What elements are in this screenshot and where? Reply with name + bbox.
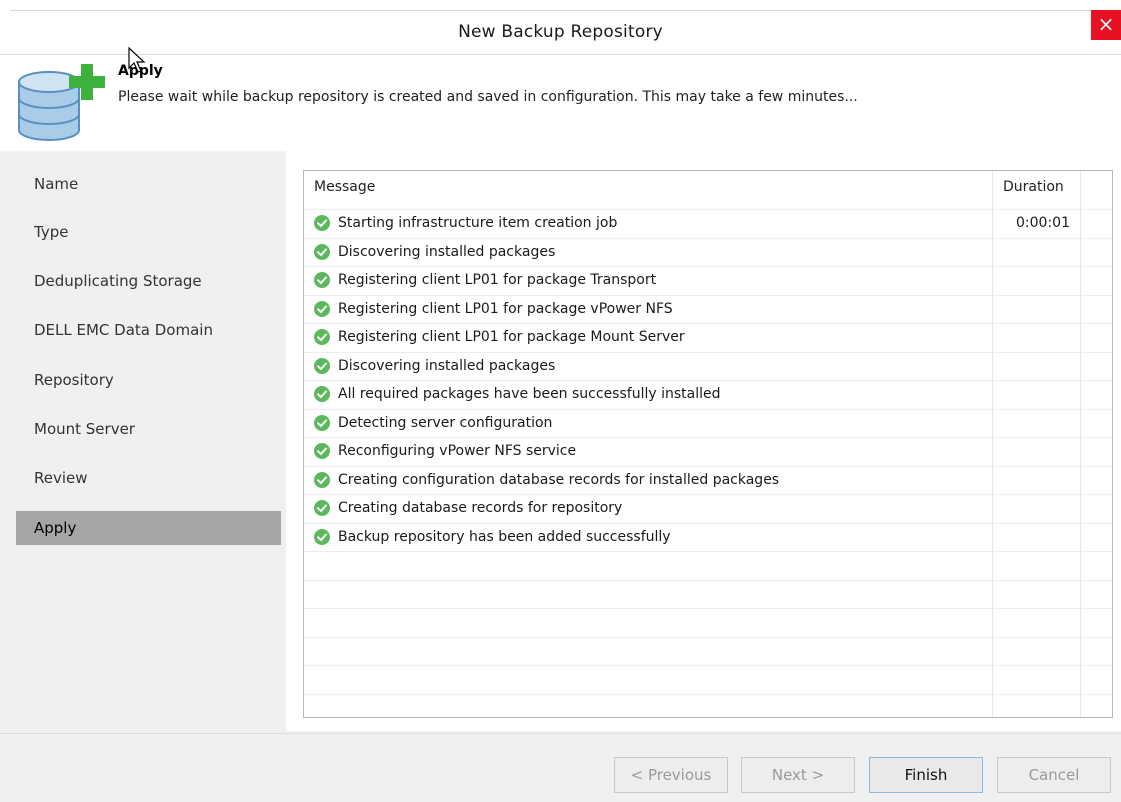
success-check-icon xyxy=(314,300,330,317)
log-row[interactable]: Discovering installed packages xyxy=(304,352,992,380)
success-check-icon xyxy=(314,357,330,374)
success-check-icon xyxy=(314,386,330,402)
log-message: Detecting server configuration xyxy=(338,414,553,431)
column-header-message[interactable]: Message xyxy=(314,179,375,195)
log-row[interactable]: Starting infrastructure item creation jo… xyxy=(304,209,992,237)
log-message: Reconfiguring vPower NFS service xyxy=(338,443,577,459)
log-message: Creating database records for repository xyxy=(338,500,623,516)
nav-step-mount-server[interactable]: Mount Server xyxy=(16,412,281,446)
mouse-cursor-icon xyxy=(128,47,146,73)
log-message: Discovering installed packages xyxy=(338,243,556,260)
title-bar-top-border xyxy=(10,10,1121,11)
log-row[interactable]: Creating configuration database records … xyxy=(304,466,992,494)
row-divider xyxy=(304,608,1112,609)
log-row[interactable]: Backup repository has been added success… xyxy=(304,523,992,551)
success-check-icon xyxy=(314,471,330,488)
nav-step-name[interactable]: Name xyxy=(16,167,281,201)
log-row[interactable]: Reconfiguring vPower NFS service xyxy=(304,437,992,465)
success-check-icon xyxy=(314,414,330,431)
log-message: Registering client LP01 for package Moun… xyxy=(338,329,685,345)
nav-step-deduplicating-storage[interactable]: Deduplicating Storage xyxy=(16,264,281,298)
success-check-icon xyxy=(314,443,330,459)
log-row[interactable]: Registering client LP01 for package vPow… xyxy=(304,295,992,323)
success-check-icon xyxy=(314,272,330,288)
log-message: Starting infrastructure item creation jo… xyxy=(338,215,618,231)
row-divider xyxy=(304,579,1112,581)
nav-step-review[interactable]: Review xyxy=(16,461,281,495)
row-divider xyxy=(304,693,1112,695)
success-check-icon xyxy=(314,215,330,231)
log-row[interactable]: All required packages have been successf… xyxy=(304,380,992,408)
log-row[interactable]: Discovering installed packages xyxy=(304,238,992,266)
success-check-icon xyxy=(314,528,330,545)
log-row[interactable]: Creating database records for repository xyxy=(304,494,992,522)
column-header-duration[interactable]: Duration xyxy=(1003,179,1064,195)
row-divider xyxy=(304,636,1112,638)
wizard-steps-nav: Name Type Deduplicating Storage DELL EMC… xyxy=(16,151,281,711)
finish-button[interactable]: Finish xyxy=(869,757,983,793)
log-message: Discovering installed packages xyxy=(338,357,556,374)
close-button[interactable]: × xyxy=(1091,10,1121,40)
nav-step-apply[interactable]: Apply xyxy=(16,511,281,545)
cancel-button[interactable]: Cancel xyxy=(997,757,1111,793)
wizard-footer: < Previous Next > Finish Cancel xyxy=(0,733,1121,802)
log-message: All required packages have been successf… xyxy=(338,386,721,402)
log-message: Registering client LP01 for package Tran… xyxy=(338,272,657,288)
success-check-icon xyxy=(314,500,330,516)
log-message: Creating configuration database records … xyxy=(338,471,780,488)
success-check-icon xyxy=(314,243,330,260)
success-check-icon xyxy=(314,329,330,345)
next-button[interactable]: Next > xyxy=(741,757,855,793)
progress-log-list[interactable]: Message Duration Starting infrastructure… xyxy=(303,170,1113,718)
step-description: Please wait while backup repository is c… xyxy=(118,89,858,105)
log-duration: 0:00:01 xyxy=(1016,215,1070,231)
log-row[interactable]: Detecting server configuration xyxy=(304,409,992,437)
database-add-icon xyxy=(18,64,105,141)
nav-step-repository[interactable]: Repository xyxy=(16,363,281,397)
row-divider xyxy=(304,665,1112,666)
nav-step-dell-emc-data-domain[interactable]: DELL EMC Data Domain xyxy=(16,313,281,347)
window-title: New Backup Repository xyxy=(458,22,663,42)
log-row[interactable]: Registering client LP01 for package Moun… xyxy=(304,323,992,351)
wizard-header: Apply Please wait while backup repositor… xyxy=(0,55,1121,151)
nav-step-type[interactable]: Type xyxy=(16,215,281,249)
log-row[interactable]: Registering client LP01 for package Tran… xyxy=(304,266,992,294)
row-divider xyxy=(304,551,1112,552)
log-message: Backup repository has been added success… xyxy=(338,528,671,545)
title-bar: New Backup Repository × xyxy=(0,0,1121,54)
previous-button[interactable]: < Previous xyxy=(614,757,728,793)
log-message: Registering client LP01 for package vPow… xyxy=(338,300,673,317)
